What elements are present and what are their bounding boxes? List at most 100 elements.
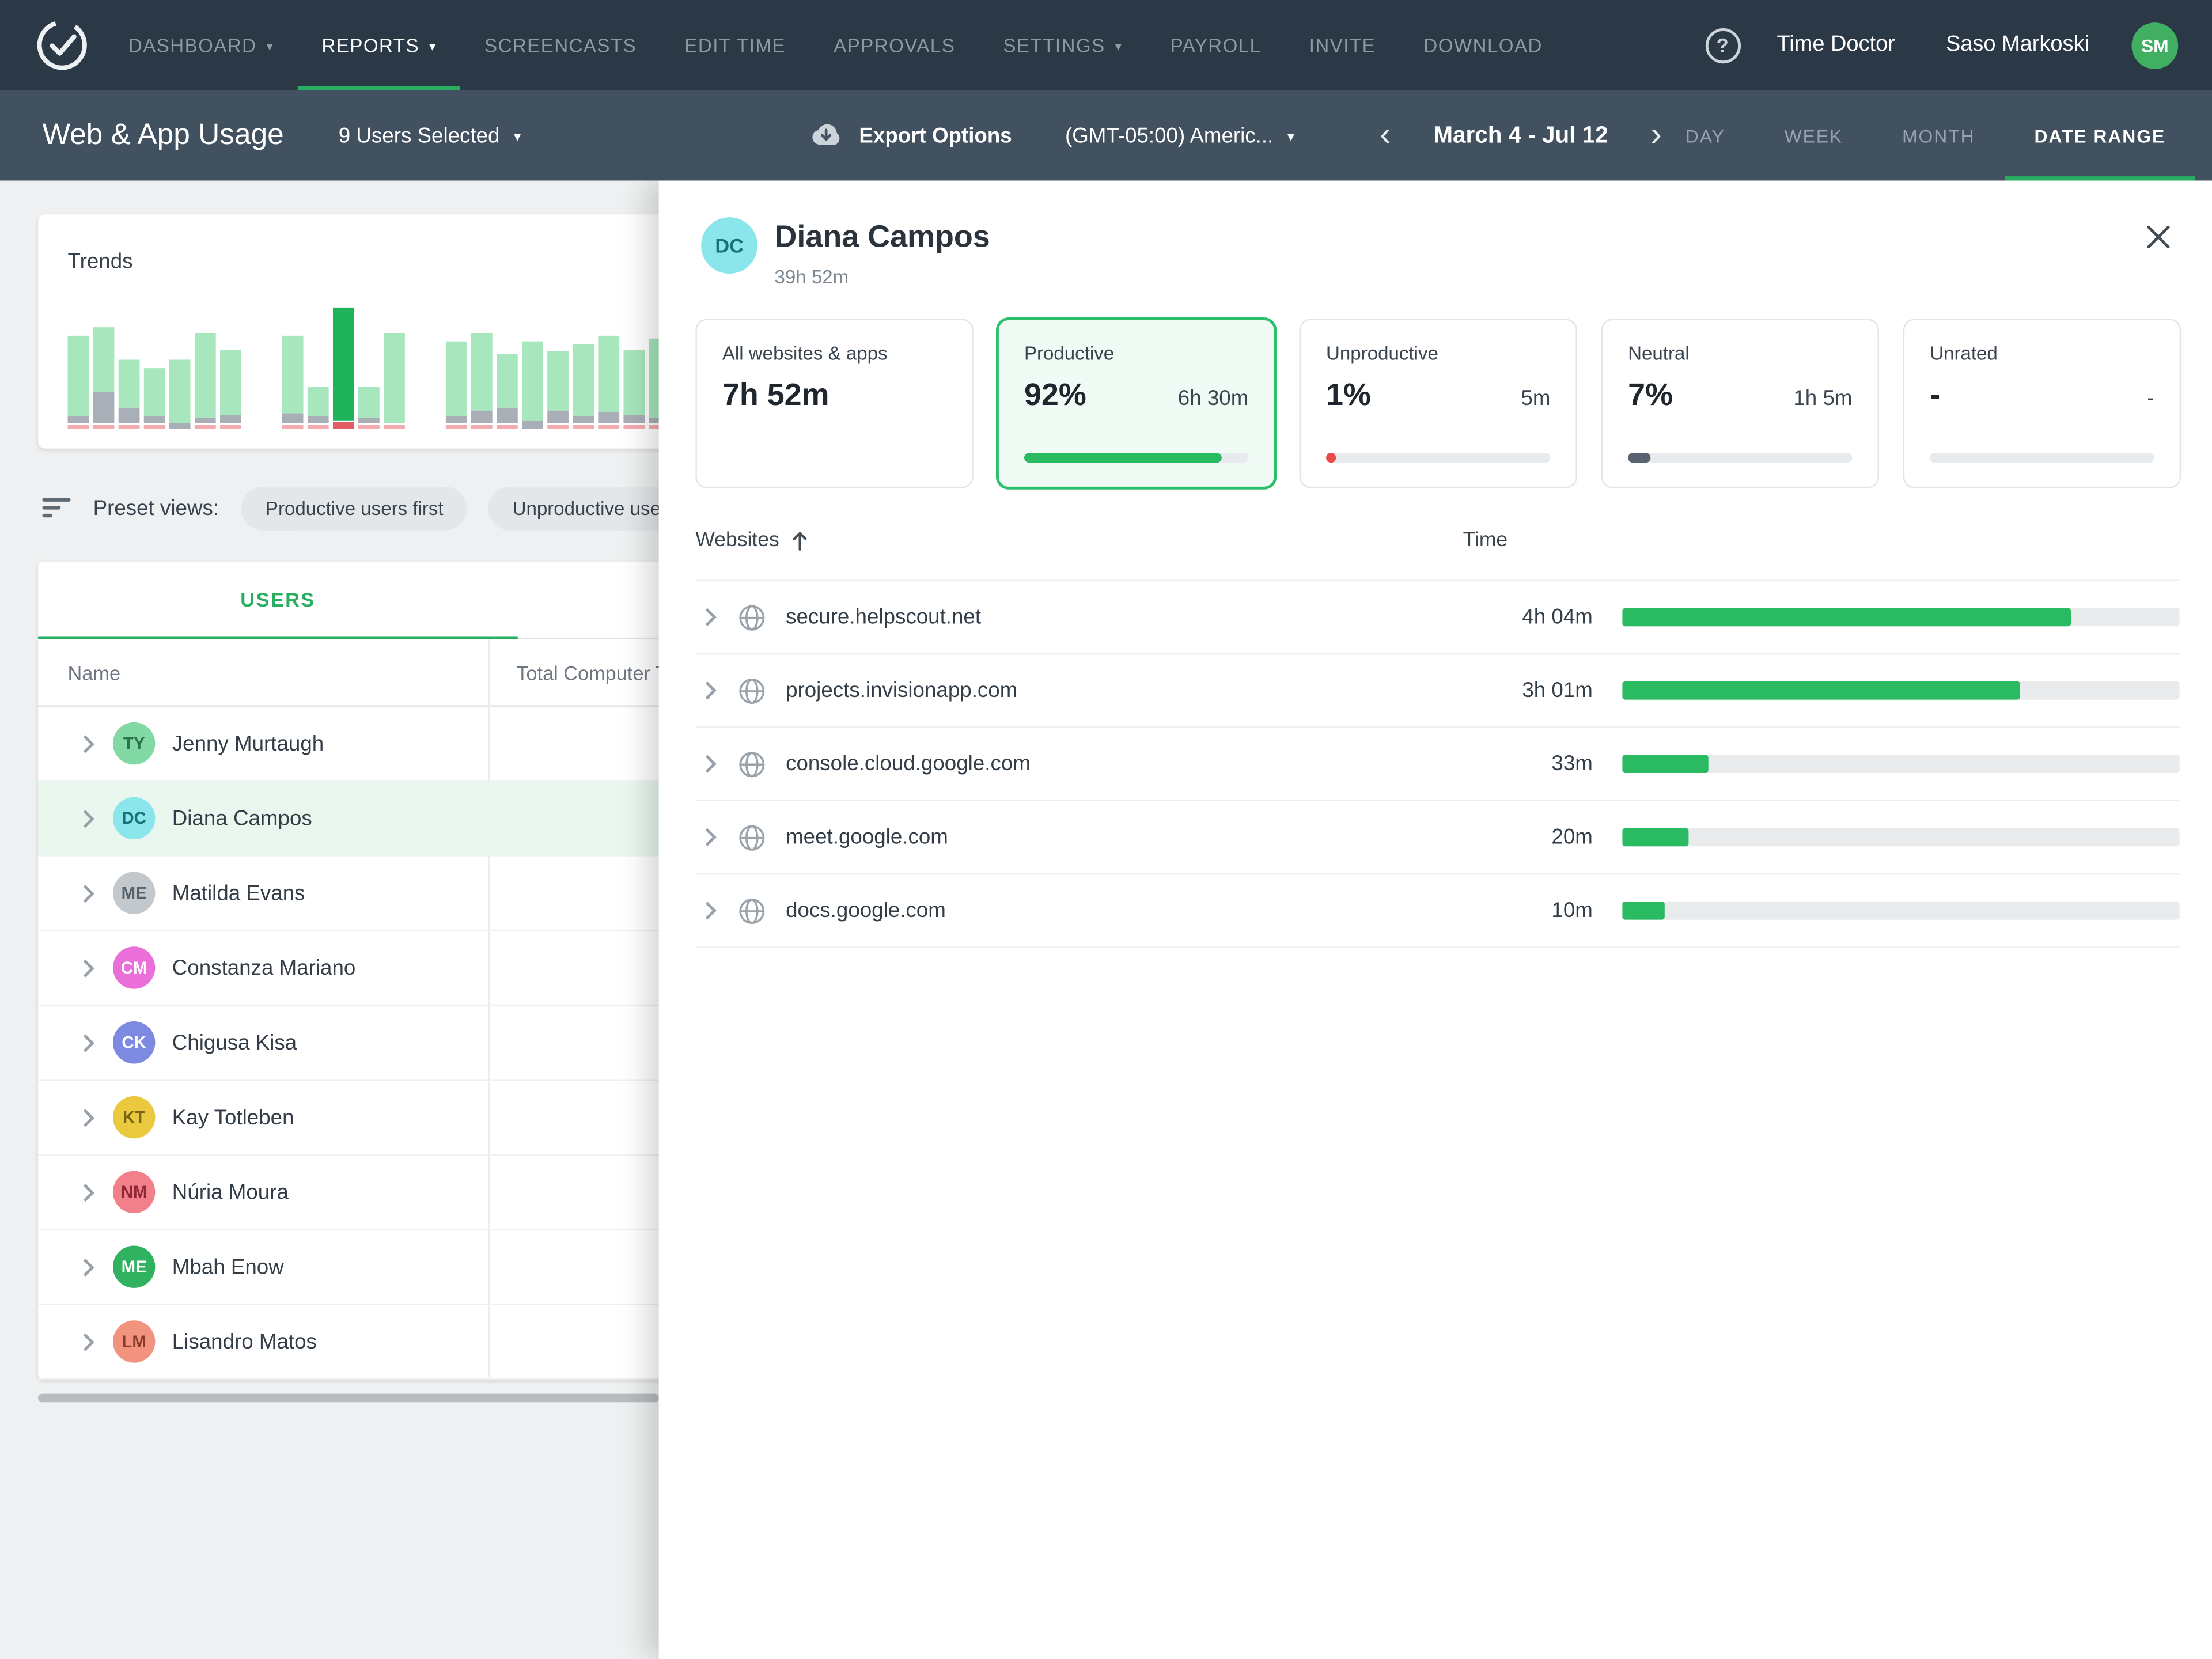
website-bar-fill	[1622, 608, 2071, 627]
stat-card-unproductive[interactable]: Unproductive 1% 5m	[1300, 319, 1577, 488]
expand-chevron-icon[interactable]	[77, 809, 94, 827]
expand-chevron-icon[interactable]	[699, 828, 717, 846]
tab-month[interactable]: MONTH	[1873, 90, 2005, 181]
website-row[interactable]: projects.invisionapp.com 3h 01m	[695, 654, 2179, 728]
app-root: DASHBOARD▾ REPORTS▾ SCREENCASTS EDIT TIM…	[0, 0, 2212, 1659]
preset-views-label: Preset views:	[93, 496, 219, 520]
tab-day[interactable]: DAY	[1656, 90, 1755, 181]
website-time: 4h 04m	[1438, 605, 1593, 630]
current-user-name[interactable]: Saso Markoski	[1946, 32, 2089, 58]
progress-track	[1930, 453, 2154, 463]
trend-bar	[497, 355, 518, 429]
users-selected-label: 9 Users Selected	[339, 123, 500, 147]
expand-chevron-icon[interactable]	[77, 884, 94, 902]
stat-cards-row: All websites & apps 7h 52m Productive 92…	[695, 319, 2181, 488]
nav-item-payroll[interactable]: PAYROLL	[1146, 0, 1285, 90]
expand-chevron-icon[interactable]	[699, 902, 717, 919]
nav-item-settings[interactable]: SETTINGS▾	[979, 0, 1146, 90]
expand-chevron-icon[interactable]	[699, 681, 717, 699]
expand-chevron-icon[interactable]	[77, 1258, 94, 1276]
website-time: 10m	[1438, 899, 1593, 923]
avatar: NM	[113, 1171, 155, 1213]
nav-item-reports[interactable]: REPORTS ▾	[298, 0, 460, 90]
chip-productive-first[interactable]: Productive users first	[241, 486, 467, 530]
globe-icon	[736, 675, 767, 706]
website-bar-track	[1622, 902, 2179, 920]
website-bar-track	[1622, 828, 2179, 847]
column-header-name[interactable]: Name	[68, 639, 120, 707]
website-bar-track	[1622, 755, 2179, 773]
user-row-name: Diana Campos	[172, 806, 312, 831]
nav-item-approvals[interactable]: APPROVALS	[810, 0, 979, 90]
website-name: meet.google.com	[786, 825, 1437, 850]
user-detail-panel: DC Diana Campos 39h 52m All websites & a…	[659, 180, 2212, 1659]
export-options-button[interactable]: Export Options	[807, 90, 1012, 181]
progress-track	[1628, 453, 1852, 463]
website-time: 3h 01m	[1438, 679, 1593, 703]
stat-time: 1h 5m	[1793, 387, 1852, 411]
prev-period-button[interactable]: ‹	[1371, 119, 1399, 153]
nav-item-dashboard[interactable]: DASHBOARD▾	[104, 0, 298, 90]
avatar: KT	[113, 1096, 155, 1138]
stat-card-unrated[interactable]: Unrated - -	[1903, 319, 2181, 488]
stat-value: -	[1930, 377, 1940, 414]
timezone-dropdown[interactable]: (GMT-05:00) Americ... ▾	[1065, 90, 1294, 181]
help-icon[interactable]: ?	[1705, 28, 1740, 63]
main-content: Trends Preset views: Productive users fi…	[0, 180, 2212, 1659]
current-user-avatar[interactable]: SM	[2131, 22, 2178, 69]
avatar: CK	[113, 1021, 155, 1063]
globe-icon	[736, 895, 767, 926]
date-range-label[interactable]: March 4 - Jul 12	[1433, 122, 1608, 149]
website-row[interactable]: secure.helpscout.net 4h 04m	[695, 581, 2179, 654]
website-row[interactable]: console.cloud.google.com 33m	[695, 728, 2179, 801]
trend-bar	[282, 336, 304, 429]
column-header-websites[interactable]: Websites	[695, 529, 810, 551]
nav-item-download[interactable]: DOWNLOAD	[1400, 0, 1567, 90]
trend-bar	[547, 352, 569, 429]
chevron-down-icon: ▾	[514, 129, 521, 145]
chevron-down-icon: ▾	[429, 39, 437, 54]
expand-chevron-icon[interactable]	[77, 1108, 94, 1126]
trend-bar	[471, 334, 493, 429]
nav-item-screencasts[interactable]: SCREENCASTS	[460, 0, 660, 90]
nav-label: SCREENCASTS	[484, 35, 637, 56]
timedoctor-logo-icon[interactable]	[34, 17, 90, 73]
nav-label: REPORTS	[321, 35, 419, 56]
expand-chevron-icon[interactable]	[699, 608, 717, 626]
expand-chevron-icon[interactable]	[77, 959, 94, 976]
expand-chevron-icon[interactable]	[77, 734, 94, 752]
nav-item-invite[interactable]: INVITE	[1285, 0, 1400, 90]
stat-label: All websites & apps	[722, 343, 946, 364]
close-icon[interactable]	[2144, 223, 2172, 258]
stat-card-productive[interactable]: Productive 92% 6h 30m	[997, 319, 1275, 488]
period-tabs: DAY WEEK MONTH DATE RANGE	[1656, 90, 2195, 181]
website-row[interactable]: meet.google.com 20m	[695, 801, 2179, 874]
trend-bar	[169, 360, 191, 429]
nav-item-edit-time[interactable]: EDIT TIME	[661, 0, 810, 90]
expand-chevron-icon[interactable]	[77, 1033, 94, 1051]
expand-chevron-icon[interactable]	[77, 1183, 94, 1201]
stat-label: Neutral	[1628, 343, 1852, 364]
stat-time: 5m	[1521, 387, 1550, 411]
report-toolbar: Web & App Usage 9 Users Selected ▾ Expor…	[0, 90, 2212, 181]
stat-card-neutral[interactable]: Neutral 7% 1h 5m	[1601, 319, 1879, 488]
tab-week[interactable]: WEEK	[1755, 90, 1872, 181]
expand-chevron-icon[interactable]	[77, 1332, 94, 1350]
tab-date-range[interactable]: DATE RANGE	[2005, 90, 2195, 181]
website-bar-track	[1622, 608, 2179, 627]
avatar: DC	[113, 797, 155, 839]
stat-value: 7h 52m	[722, 377, 830, 414]
nav-label: APPROVALS	[834, 35, 955, 56]
trend-bar	[119, 360, 140, 429]
expand-chevron-icon[interactable]	[699, 755, 717, 773]
horizontal-scrollbar[interactable]	[38, 1394, 659, 1403]
stat-card-all-websites[interactable]: All websites & apps 7h 52m	[695, 319, 973, 488]
user-row-name: Chigusa Kisa	[172, 1031, 297, 1055]
user-row-name: Kay Totleben	[172, 1105, 294, 1130]
tab-users[interactable]: USERS	[38, 562, 518, 639]
trend-bar	[384, 334, 405, 429]
nav-label: DASHBOARD	[128, 35, 257, 56]
progress-fill	[1326, 453, 1336, 463]
users-selected-dropdown[interactable]: 9 Users Selected ▾	[339, 90, 521, 181]
website-row[interactable]: docs.google.com 10m	[695, 874, 2179, 948]
